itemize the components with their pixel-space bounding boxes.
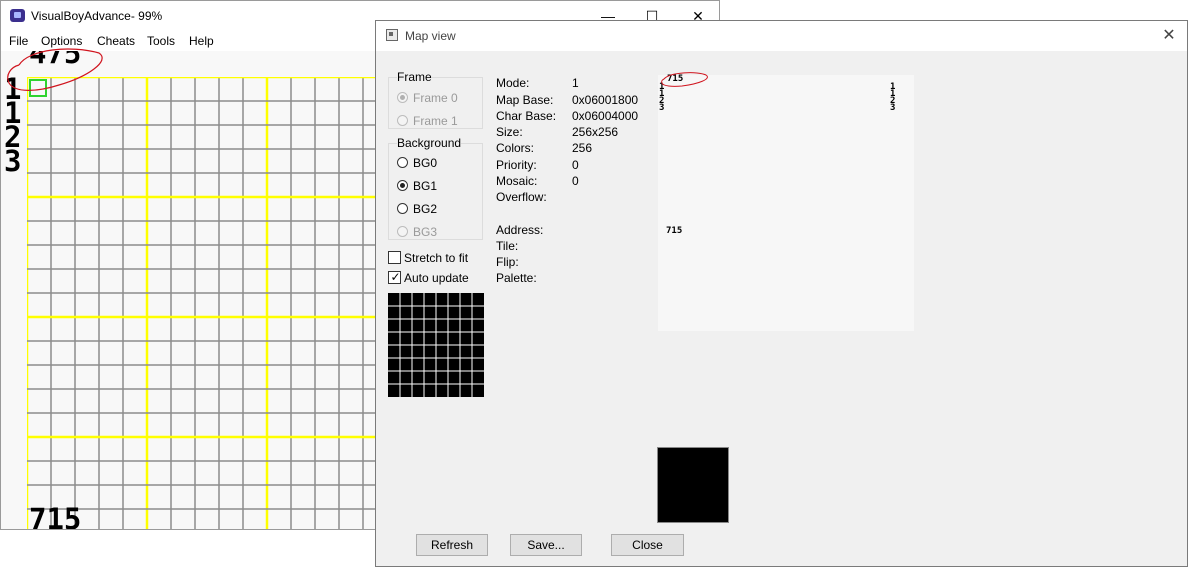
map-base-label: Map Base: [496, 93, 554, 107]
map-top-number: 715 [667, 74, 684, 84]
save-button[interactable]: Save... [510, 534, 582, 556]
map-base-value: 0x06001800 [572, 93, 639, 107]
checkmark-icon: ✓ [390, 270, 401, 284]
frame-0-radio[interactable]: Frame 0 [397, 90, 487, 106]
stretch-to-fit-checkbox[interactable]: Stretch to fit [388, 250, 488, 266]
flip-label: Flip: [496, 255, 519, 269]
radio-circle [397, 180, 408, 191]
radio-label: BG2 [413, 202, 438, 216]
colors-label: Colors: [496, 141, 535, 155]
menu-options[interactable]: Options [41, 34, 82, 48]
mode-value: 1 [572, 76, 579, 90]
map-left-digit: 3 [659, 103, 665, 113]
radio-label: Frame 0 [413, 91, 458, 105]
radio-circle [397, 203, 408, 214]
map-preview[interactable]: 715 1 1 2 3 1 1 2 3 715 [658, 72, 914, 331]
bg0-radio[interactable]: BG0 [397, 155, 487, 171]
char-base-label: Char Base: [496, 109, 557, 123]
radio-label: BG1 [413, 179, 438, 193]
map-middle-number: 715 [666, 226, 683, 236]
checkbox-label: Auto update [404, 271, 469, 285]
map-view-dialog: Map view ✕ Frame Frame 0 Frame 1 Backgro… [375, 20, 1188, 567]
menu-help[interactable]: Help [189, 34, 214, 48]
left-digit: 3 [4, 144, 22, 178]
tile-preview [657, 447, 729, 523]
background-group: Background BG0 BG1 BG2 BG3 [388, 136, 483, 240]
bottom-number: 715 [29, 502, 82, 530]
menu-file[interactable]: File [9, 34, 28, 48]
map-view-icon [386, 29, 398, 41]
gameboy-app-icon [10, 9, 25, 22]
selected-tile [29, 79, 47, 97]
radio-circle [397, 226, 408, 237]
priority-value: 0 [572, 158, 579, 172]
checkbox-box: ✓ [388, 270, 401, 284]
size-value: 256x256 [572, 125, 619, 139]
size-label: Size: [496, 125, 523, 139]
bg2-radio[interactable]: BG2 [397, 201, 487, 217]
radio-circle [397, 92, 408, 103]
frame-1-radio[interactable]: Frame 1 [397, 113, 487, 129]
bg3-radio[interactable]: BG3 [397, 224, 487, 240]
checkbox-box [388, 251, 401, 264]
radio-circle [397, 115, 408, 126]
radio-label: BG3 [413, 225, 438, 239]
dialog-title: Map view [405, 29, 456, 43]
colors-value: 256 [572, 141, 593, 155]
window-title: VisualBoyAdvance- 99% [31, 9, 163, 23]
tile-label: Tile: [496, 239, 519, 253]
palette-label: Palette: [496, 271, 537, 285]
background-group-label: Background [397, 136, 462, 150]
mosaic-value: 0 [572, 174, 579, 188]
menu-tools[interactable]: Tools [147, 34, 175, 48]
palette-grid[interactable] [388, 293, 484, 397]
priority-label: Priority: [496, 158, 537, 172]
char-base-value: 0x06004000 [572, 109, 639, 123]
radio-label: BG0 [413, 156, 438, 170]
dialog-close-button[interactable]: ✕ [1156, 23, 1182, 49]
frame-group-label: Frame [397, 70, 432, 84]
auto-update-checkbox[interactable]: ✓ Auto update [388, 270, 488, 286]
frame-group: Frame Frame 0 Frame 1 [388, 70, 483, 129]
radio-circle [397, 157, 408, 168]
overflow-label: Overflow: [496, 190, 547, 204]
map-right-digit: 3 [890, 103, 896, 113]
mode-label: Mode: [496, 76, 530, 90]
radio-label: Frame 1 [413, 114, 458, 128]
close-dialog-button[interactable]: Close [611, 534, 684, 556]
checkbox-label: Stretch to fit [404, 251, 469, 265]
menu-cheats[interactable]: Cheats [97, 34, 135, 48]
bg1-radio[interactable]: BG1 [397, 178, 487, 194]
top-number: 475 [29, 51, 82, 70]
refresh-button[interactable]: Refresh [416, 534, 488, 556]
mosaic-label: Mosaic: [496, 174, 538, 188]
dialog-title-bar[interactable]: Map view ✕ [376, 21, 1187, 51]
address-label: Address: [496, 223, 544, 237]
